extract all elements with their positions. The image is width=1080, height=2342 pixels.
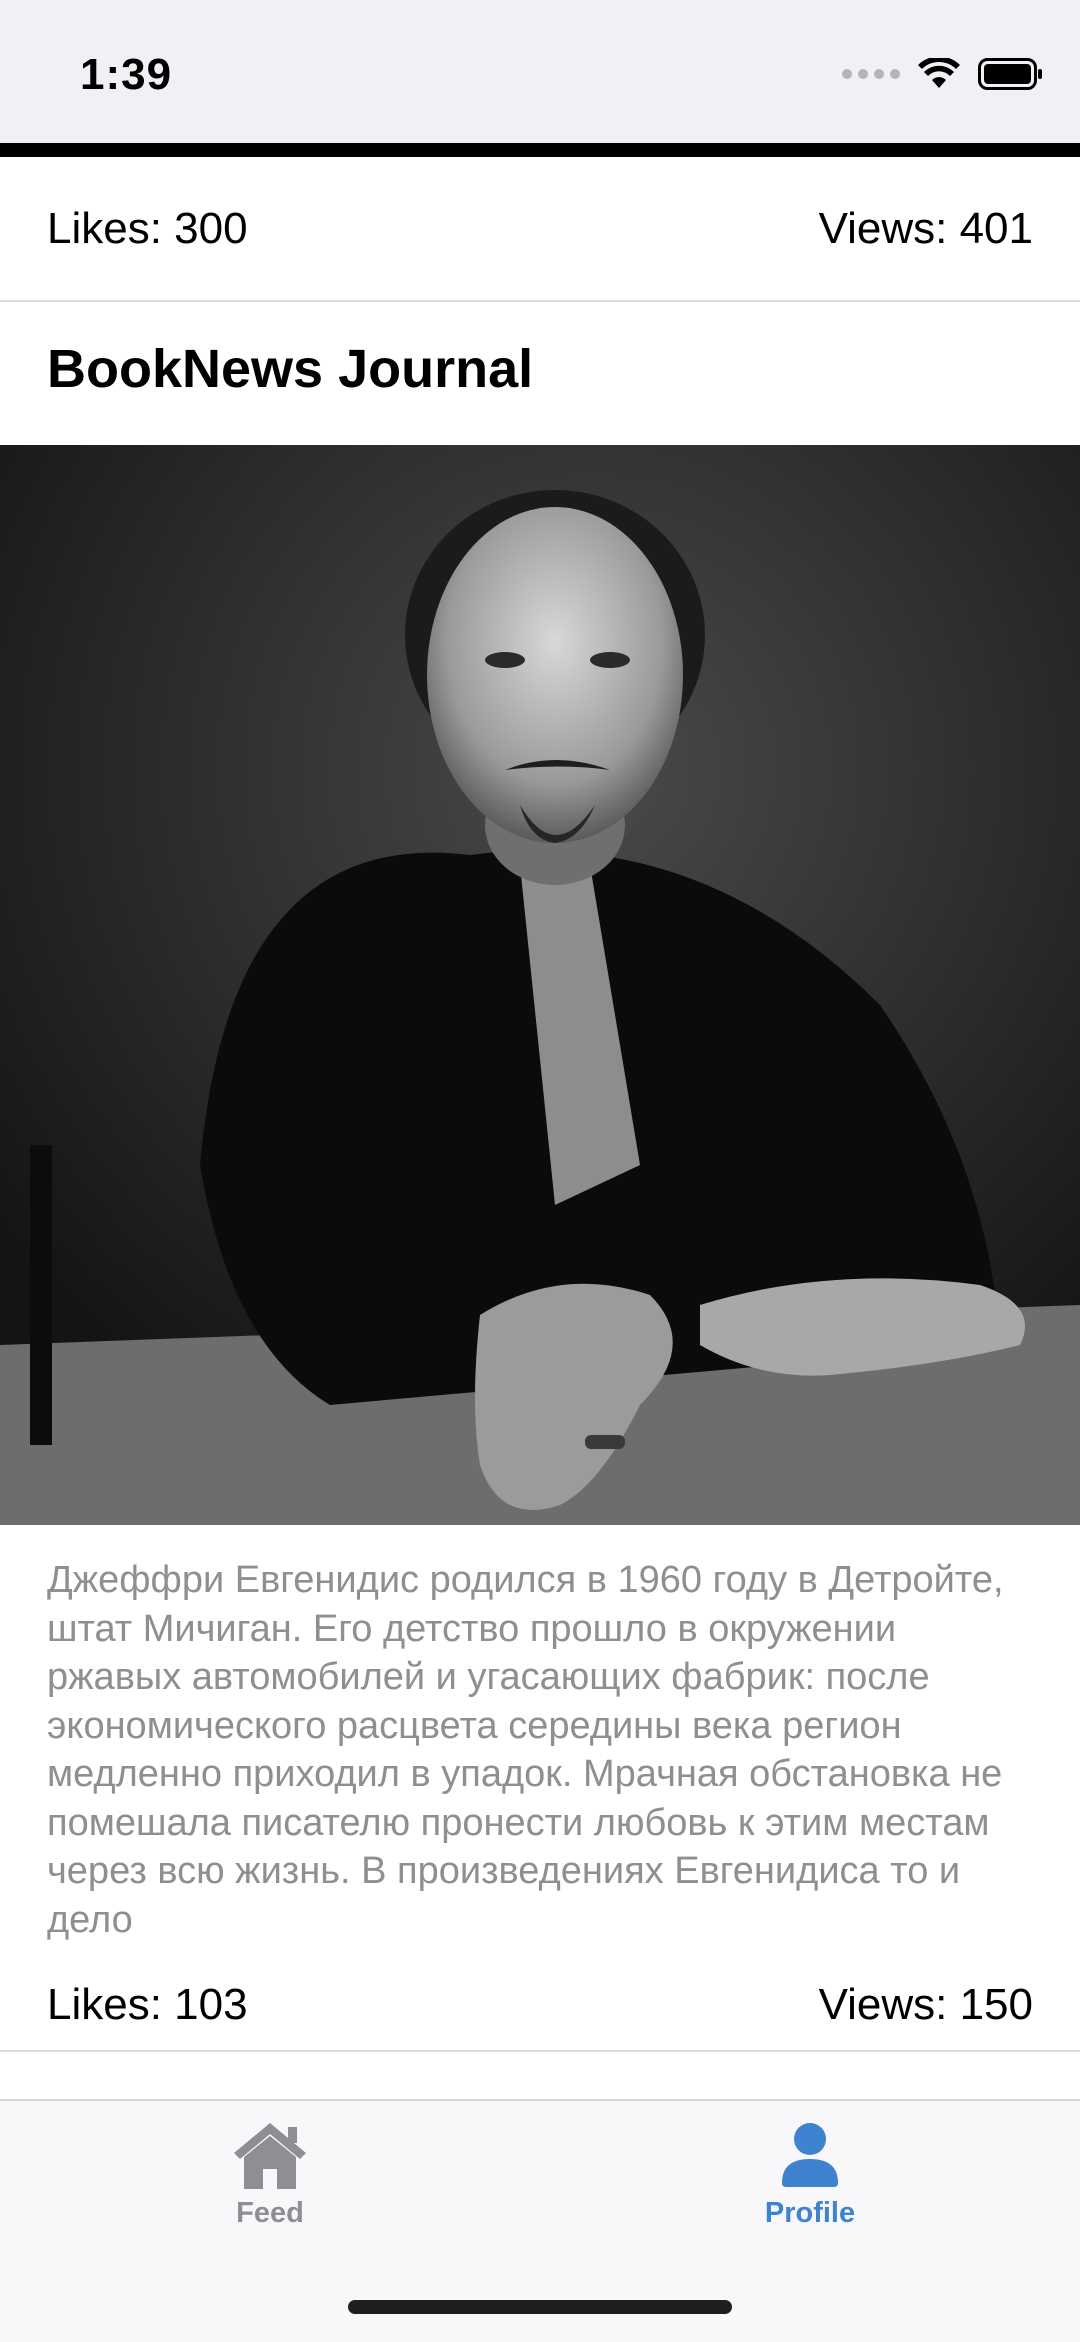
wifi-icon bbox=[918, 58, 960, 88]
tab-label: Feed bbox=[236, 2197, 304, 2229]
post-image[interactable] bbox=[0, 445, 1080, 1525]
likes-count: Likes: 103 bbox=[47, 1980, 248, 2029]
post-author-title: BookNews Journal bbox=[47, 339, 534, 399]
cellular-signal-icon bbox=[842, 69, 900, 79]
nav-divider bbox=[0, 143, 1080, 157]
tab-feed[interactable]: Feed bbox=[120, 2119, 420, 2230]
likes-count: Likes: 300 bbox=[47, 203, 248, 253]
person-icon bbox=[782, 2123, 838, 2187]
home-indicator[interactable] bbox=[348, 2300, 732, 2314]
battery-icon bbox=[978, 58, 1042, 90]
status-time: 1:39 bbox=[80, 50, 173, 99]
house-icon bbox=[234, 2123, 306, 2189]
views-count: Views: 401 bbox=[818, 203, 1033, 253]
post-stats-row: Likes: 103 Views: 150 bbox=[0, 1960, 1080, 2052]
status-bar: 1:39 bbox=[0, 0, 1080, 143]
status-icons bbox=[842, 58, 1044, 90]
portrait-photo bbox=[0, 445, 1080, 1525]
post-description: Джеффри Евгенидис родился в 1960 году в … bbox=[47, 1559, 1004, 1941]
tab-label: Profile bbox=[764, 2197, 856, 2229]
post-stats-row: Likes: 300 Views: 401 bbox=[0, 157, 1080, 302]
views-count: Views: 150 bbox=[818, 1980, 1033, 2029]
tab-profile[interactable]: Profile bbox=[660, 2119, 960, 2230]
